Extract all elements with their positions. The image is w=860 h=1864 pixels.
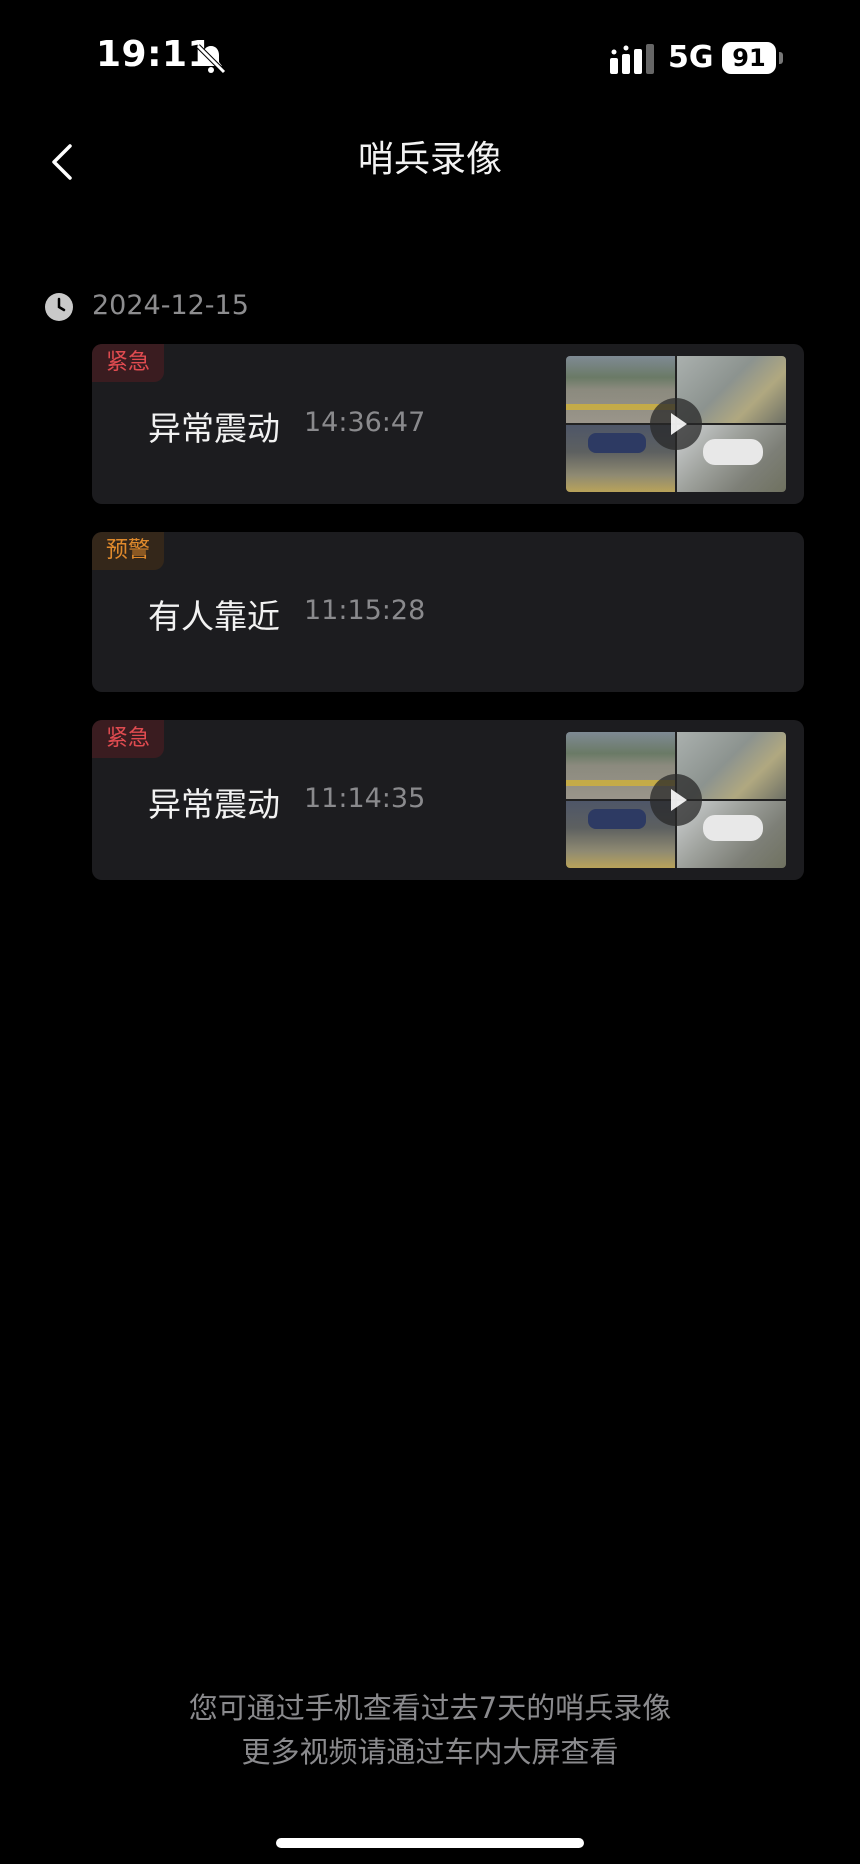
page-title: 哨兵录像 xyxy=(357,139,502,180)
event-card[interactable]: 预警 有人靠近 11:15:28 xyxy=(92,532,804,692)
play-icon[interactable] xyxy=(650,398,702,450)
status-bar: 19:11 5G 91 xyxy=(0,0,860,118)
bell-muted-icon xyxy=(196,44,226,74)
event-name: 有人靠近 xyxy=(148,597,280,636)
network-type: 5G xyxy=(668,40,714,75)
nav-bar: 哨兵录像 xyxy=(0,118,860,208)
urgent-tag: 紧急 xyxy=(92,720,165,758)
signal-icon xyxy=(610,44,654,74)
clock-icon xyxy=(45,293,73,321)
event-time: 11:15:28 xyxy=(304,595,426,626)
event-card[interactable]: 紧急 异常震动 11:14:35 xyxy=(92,720,804,880)
event-name: 异常震动 xyxy=(148,785,280,824)
warning-tag: 预警 xyxy=(92,532,165,570)
video-thumbnail[interactable] xyxy=(566,356,786,492)
footer-line-1: 您可通过手机查看过去7天的哨兵录像 xyxy=(188,1691,672,1725)
footer-line-2: 更多视频请通过车内大屏查看 xyxy=(241,1735,619,1769)
battery-icon: 91 xyxy=(722,42,784,74)
event-card[interactable]: 紧急 异常震动 14:36:47 xyxy=(92,344,804,504)
event-name: 异常震动 xyxy=(148,409,280,448)
video-thumbnail[interactable] xyxy=(566,732,786,868)
home-indicator[interactable] xyxy=(276,1838,584,1848)
date-label: 2024-12-15 xyxy=(92,290,249,321)
footer-note: 您可通过手机查看过去7天的哨兵录像 更多视频请通过车内大屏查看 xyxy=(0,1686,860,1774)
play-icon[interactable] xyxy=(650,774,702,826)
event-time: 14:36:47 xyxy=(304,407,426,438)
battery-level: 91 xyxy=(722,42,776,74)
event-time: 11:14:35 xyxy=(304,783,426,814)
urgent-tag: 紧急 xyxy=(92,344,165,382)
